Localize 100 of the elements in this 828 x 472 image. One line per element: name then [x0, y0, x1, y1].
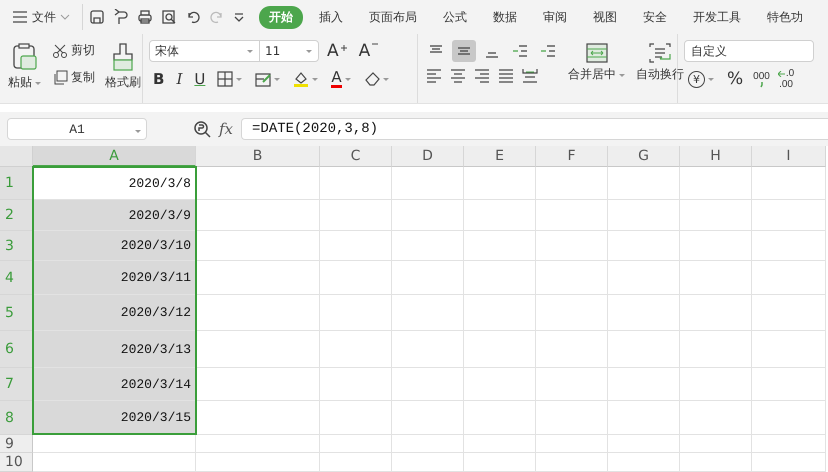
table-cell — [680, 331, 752, 368]
ribbon-tab[interactable]: 页面布局 — [359, 6, 427, 28]
table-cell — [680, 401, 752, 435]
caret-icon — [311, 76, 320, 82]
paint-bucket-icon — [293, 70, 310, 88]
font-color-button[interactable]: A — [327, 68, 356, 90]
italic-button[interactable]: I — [172, 68, 186, 90]
table-cell — [464, 200, 536, 231]
distribute-icon[interactable] — [520, 68, 540, 84]
table-cell — [464, 435, 536, 453]
shrink-font-button[interactable]: A — [354, 40, 382, 62]
format-painter-button[interactable]: 格式刷 — [103, 40, 143, 103]
table-cell — [320, 295, 392, 331]
table-cell: 2020/3/15 — [33, 401, 196, 435]
column-header[interactable]: C — [320, 146, 392, 167]
formula-field[interactable]: =DATE(2020,3,8) — [241, 118, 828, 140]
copy-icon — [52, 70, 68, 86]
table-cell — [608, 295, 680, 331]
column-header[interactable]: I — [752, 146, 826, 167]
bold-button[interactable]: B — [149, 68, 168, 90]
wrap-text-button[interactable]: 自动换行 — [634, 40, 686, 103]
save-icon[interactable] — [89, 9, 105, 25]
table-cell — [680, 231, 752, 261]
table-cell — [536, 200, 608, 231]
table-cell — [536, 231, 608, 261]
eraser-icon — [364, 71, 380, 87]
table-cell — [608, 401, 680, 435]
justify-icon[interactable] — [496, 68, 516, 84]
column-header[interactable]: B — [196, 146, 320, 167]
lines-icon — [540, 43, 556, 59]
table-cell — [464, 231, 536, 261]
merge-center-button[interactable]: 合并居中 — [566, 40, 628, 103]
table-cell — [536, 331, 608, 368]
middle-align-button[interactable] — [452, 40, 476, 62]
table-cell — [536, 401, 608, 435]
table-cell — [464, 295, 536, 331]
ribbon-tab[interactable]: 数据 — [483, 6, 527, 28]
ribbon-tab[interactable]: 视图 — [583, 6, 627, 28]
cut-button[interactable]: 剪切 — [50, 40, 97, 61]
ribbon-tab[interactable]: 公式 — [433, 6, 477, 28]
underline-button[interactable]: U — [190, 68, 210, 90]
table-pen-icon — [255, 71, 272, 87]
row-header[interactable]: 9 — [0, 435, 33, 453]
align-left-icon[interactable] — [424, 68, 444, 84]
table-cell — [536, 435, 608, 453]
table-cell: 2020/3/13 — [33, 331, 196, 368]
zoom-icon[interactable] — [193, 120, 211, 138]
table-cell — [464, 453, 536, 472]
grow-font-button[interactable]: A — [323, 40, 351, 62]
copy-button[interactable]: 复制 — [50, 67, 97, 88]
table-cell — [464, 401, 536, 435]
align-right-icon[interactable] — [472, 68, 492, 84]
table-cell — [464, 167, 536, 200]
column-header[interactable]: D — [392, 146, 464, 167]
align-center-icon[interactable] — [448, 68, 468, 84]
table-cell — [392, 453, 464, 472]
table-cell: 2020/3/12 — [33, 295, 196, 331]
ribbon-tab[interactable]: 插入 — [309, 6, 353, 28]
table-cell — [392, 295, 464, 331]
table-cell — [536, 453, 608, 472]
table-cell — [320, 167, 392, 200]
caret-icon — [273, 76, 282, 82]
number-format-field[interactable]: 自定义 — [684, 40, 814, 62]
percent-button[interactable]: % — [723, 68, 748, 90]
table-cell — [536, 368, 608, 401]
table-cell: 2020/3/10 — [33, 231, 196, 261]
table-cell — [608, 200, 680, 231]
lines-icon — [484, 52, 500, 58]
function-label[interactable]: fx — [219, 120, 234, 138]
ribbon-tab[interactable]: 特色功 — [757, 6, 813, 28]
row-header[interactable]: 10 — [0, 453, 33, 472]
table-cell: 2020/3/9 — [33, 200, 196, 231]
caret-icon — [618, 72, 626, 78]
paste-button[interactable]: 粘贴 — [6, 40, 44, 103]
print-preview-icon[interactable] — [161, 9, 177, 25]
increase-decimal-button[interactable]: .0 .00 — [776, 68, 796, 90]
name-box[interactable]: A1 — [7, 118, 147, 140]
menu-icon — [12, 11, 28, 23]
column-header[interactable]: F — [536, 146, 608, 167]
caret-icon — [382, 76, 390, 82]
column-header[interactable]: H — [680, 146, 752, 167]
export-icon[interactable] — [113, 9, 129, 25]
column-header[interactable]: G — [608, 146, 680, 167]
table-cell — [392, 231, 464, 261]
lines-icon — [512, 43, 528, 59]
caret-icon — [344, 76, 352, 82]
file-menu[interactable]: 文件 — [12, 5, 76, 29]
print-icon[interactable] — [137, 9, 153, 25]
ribbon-tab[interactable]: 安全 — [633, 6, 677, 28]
table-cell — [392, 435, 464, 453]
comma-icon — [760, 82, 763, 88]
column-header[interactable]: E — [464, 146, 536, 167]
table-cell: 2020/3/11 — [33, 261, 196, 295]
table-cell — [320, 231, 392, 261]
table-cell — [680, 261, 752, 295]
table-cell — [320, 200, 392, 231]
currency-button[interactable]: ¥ — [684, 68, 719, 90]
ribbon-tab[interactable]: 审阅 — [533, 6, 577, 28]
thousands-button[interactable]: 000 — [751, 70, 772, 88]
ribbon-tab[interactable]: 开发工具 — [683, 6, 751, 28]
